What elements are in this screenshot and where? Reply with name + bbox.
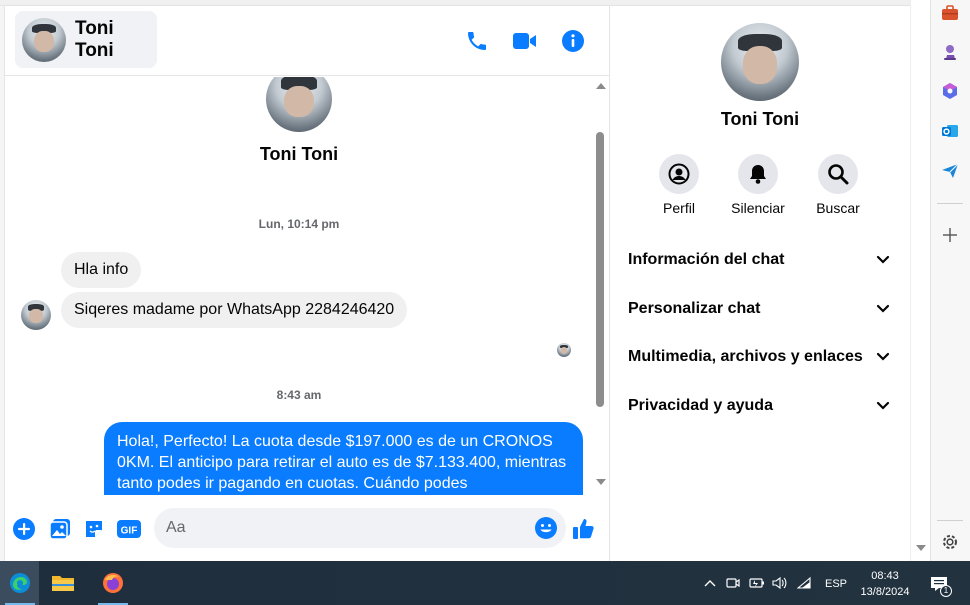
thread-avatar <box>266 77 332 132</box>
firefox-icon[interactable] <box>90 561 136 605</box>
search-label: Buscar <box>816 200 860 216</box>
volume-icon[interactable] <box>772 575 788 591</box>
chevron-down-icon <box>876 401 890 410</box>
contact-chip[interactable]: Toni Toni <box>15 11 157 68</box>
gif-icon[interactable]: GIF <box>116 517 142 541</box>
battery-icon[interactable] <box>749 575 765 591</box>
video-icon[interactable] <box>512 28 538 54</box>
scroll-down-arrow-icon[interactable] <box>596 479 606 485</box>
plus-icon[interactable] <box>12 517 36 541</box>
scroll-down-arrow-icon[interactable] <box>916 545 926 551</box>
section-title: Multimedia, archivos y enlaces <box>628 348 863 365</box>
info-panel: Toni Toni Perfil Silenciar Buscar Inform… <box>610 6 910 561</box>
section-customize-chat[interactable]: Personalizar chat <box>618 289 900 329</box>
chevron-down-icon <box>876 255 890 264</box>
section-media-files[interactable]: Multimedia, archivos y enlaces <box>618 337 900 377</box>
section-title: Personalizar chat <box>628 300 761 317</box>
message-list[interactable]: Toni Toni Lun, 10:14 pm Hla info Siqeres… <box>5 77 593 495</box>
section-chat-info[interactable]: Información del chat <box>618 240 900 280</box>
profile-label: Perfil <box>663 200 695 216</box>
info-panel-name: Toni Toni <box>720 109 800 129</box>
chevron-down-icon <box>876 352 890 361</box>
info-icon[interactable] <box>560 28 586 54</box>
thread-profile: Toni Toni <box>5 77 593 165</box>
message-input[interactable] <box>166 516 516 540</box>
page-scrollbar[interactable] <box>910 0 930 561</box>
wifi-icon[interactable] <box>797 575 813 591</box>
briefcase-icon[interactable] <box>939 2 961 24</box>
browser-sidebar <box>930 0 970 561</box>
contact-avatar <box>22 17 66 62</box>
timestamp: Lun, 10:14 pm <box>258 217 340 231</box>
mute-label: Silenciar <box>731 200 785 216</box>
copilot-icon[interactable] <box>939 80 961 102</box>
section-title: Información del chat <box>628 251 785 268</box>
gear-icon[interactable] <box>939 531 961 553</box>
games-icon[interactable] <box>939 41 961 63</box>
incoming-message[interactable]: Siqeres madame por WhatsApp 2284246420 <box>61 292 408 328</box>
send-icon[interactable] <box>939 160 961 182</box>
sticker-icon[interactable] <box>82 517 106 541</box>
like-icon[interactable] <box>572 517 596 541</box>
file-explorer-icon[interactable] <box>40 561 86 605</box>
sidebar-separator <box>937 203 963 204</box>
sender-avatar <box>21 300 51 330</box>
outgoing-message[interactable]: Hola!, Perfecto! La cuota desde $197.000… <box>104 422 583 495</box>
thread-profile-name: Toni Toni <box>259 144 339 164</box>
add-icon[interactable] <box>939 224 961 246</box>
chat-header: Toni Toni <box>5 6 609 76</box>
screen: Toni Toni Toni Toni Lun, 10:14 pm Hla in… <box>0 0 970 605</box>
message-scrollbar[interactable] <box>593 77 609 495</box>
timestamp: 8:43 am <box>276 388 322 402</box>
taskbar: ESP 08:43 13/8/2024 1 <box>0 561 970 605</box>
profile-icon <box>659 154 699 194</box>
gif-label: GIF <box>121 526 138 537</box>
section-privacy-help[interactable]: Privacidad y ayuda <box>618 386 900 426</box>
clock[interactable]: 08:43 13/8/2024 <box>852 568 918 600</box>
composer: GIF <box>5 495 609 561</box>
section-title: Privacidad y ayuda <box>628 397 773 414</box>
outlook-icon[interactable] <box>939 120 961 142</box>
scroll-up-arrow-icon[interactable] <box>596 83 606 89</box>
info-panel-avatar <box>721 23 799 101</box>
notification-count: 1 <box>940 585 952 597</box>
bell-icon <box>738 154 778 194</box>
meet-icon[interactable] <box>725 575 741 591</box>
search-icon <box>818 154 858 194</box>
chevron-up-icon[interactable] <box>702 575 718 591</box>
clock-date: 13/8/2024 <box>860 586 910 598</box>
message-input-box[interactable] <box>154 508 566 548</box>
seen-indicator-avatar <box>557 343 571 357</box>
sidebar-separator <box>937 520 963 521</box>
mute-button[interactable]: Silenciar <box>718 154 798 216</box>
clock-time: 08:43 <box>871 570 899 582</box>
chevron-down-icon <box>876 304 890 313</box>
edge-app-icon[interactable] <box>0 561 39 605</box>
emoji-icon[interactable] <box>534 516 558 540</box>
scroll-thumb[interactable] <box>596 132 604 407</box>
image-icon[interactable] <box>48 517 72 541</box>
incoming-message[interactable]: Hla info <box>61 252 142 288</box>
search-button[interactable]: Buscar <box>798 154 878 216</box>
phone-icon[interactable] <box>464 28 490 54</box>
notifications-icon[interactable]: 1 <box>927 573 952 597</box>
language-indicator[interactable]: ESP <box>825 578 847 590</box>
profile-button[interactable]: Perfil <box>639 154 719 216</box>
contact-name: Toni Toni <box>75 17 114 61</box>
